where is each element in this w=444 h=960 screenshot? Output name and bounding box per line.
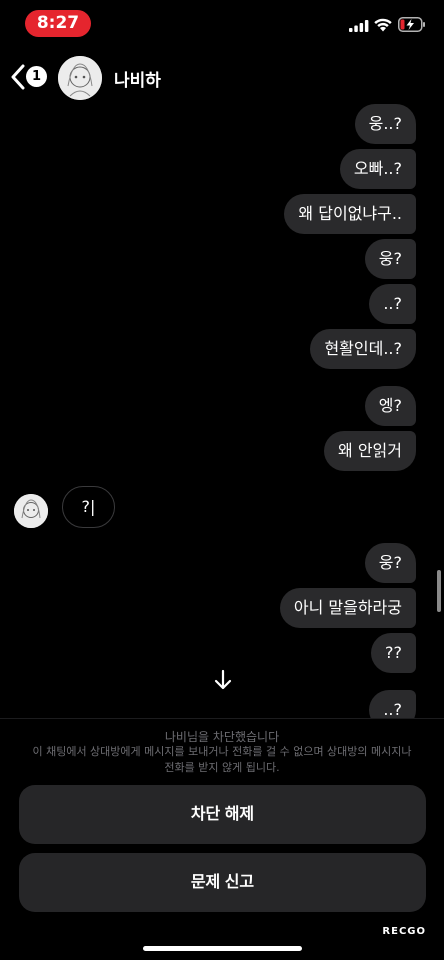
sent-message[interactable]: 웅? bbox=[364, 543, 416, 583]
blocked-title: 나비님을 차단했습니다 bbox=[164, 730, 280, 744]
blocked-panel: 나비님을 차단했습니다 이 채팅에서 상대방에게 메시지를 보내거나 전화를 걸… bbox=[0, 718, 444, 960]
sender-avatar[interactable] bbox=[14, 494, 48, 528]
received-message[interactable]: ?| bbox=[62, 486, 115, 528]
sent-message[interactable]: 왜 답이없냐구.. bbox=[284, 194, 416, 234]
battery-charging-icon bbox=[398, 17, 425, 32]
back-button[interactable]: 1 bbox=[10, 62, 50, 94]
blocked-description: 이 채팅에서 상대방에게 메시지를 보내거나 전화를 걸 수 없으며 상대방의 … bbox=[32, 745, 412, 774]
sent-message[interactable]: 엥? bbox=[364, 386, 416, 426]
avatar-image-icon bbox=[14, 494, 48, 528]
unblock-button[interactable]: 차단 해제 bbox=[19, 785, 426, 844]
scrollbar[interactable] bbox=[437, 570, 441, 612]
report-problem-button[interactable]: 문제 신고 bbox=[19, 853, 426, 912]
sent-message[interactable]: 웅? bbox=[364, 239, 416, 279]
contact-name[interactable]: 나비하 bbox=[114, 66, 161, 91]
unread-count-badge: 1 bbox=[26, 66, 47, 87]
scroll-to-bottom-button[interactable] bbox=[211, 668, 235, 692]
sent-message[interactable]: 오빠..? bbox=[339, 149, 416, 189]
home-indicator[interactable] bbox=[143, 946, 302, 951]
wifi-icon bbox=[374, 18, 392, 32]
avatar-image-icon bbox=[58, 56, 102, 100]
chevron-left-icon bbox=[11, 64, 25, 90]
arrow-down-icon bbox=[214, 669, 232, 690]
status-bar: 8:27 bbox=[0, 0, 444, 46]
chat-header: 1 나비하 bbox=[0, 52, 444, 104]
cellular-signal-icon bbox=[349, 20, 369, 32]
sent-message[interactable]: 웅..? bbox=[354, 104, 416, 144]
sent-message[interactable]: 왜 안읽거 bbox=[324, 431, 416, 471]
status-time: 8:27 bbox=[25, 10, 91, 37]
recording-watermark: RECGO bbox=[382, 926, 426, 937]
sent-message[interactable]: ?? bbox=[371, 633, 416, 673]
sent-message[interactable]: ..? bbox=[369, 284, 416, 324]
sent-message[interactable]: 아니 말을하라궁 bbox=[279, 588, 416, 628]
contact-avatar[interactable] bbox=[58, 56, 102, 100]
sent-message[interactable]: 현활인데..? bbox=[310, 329, 416, 369]
